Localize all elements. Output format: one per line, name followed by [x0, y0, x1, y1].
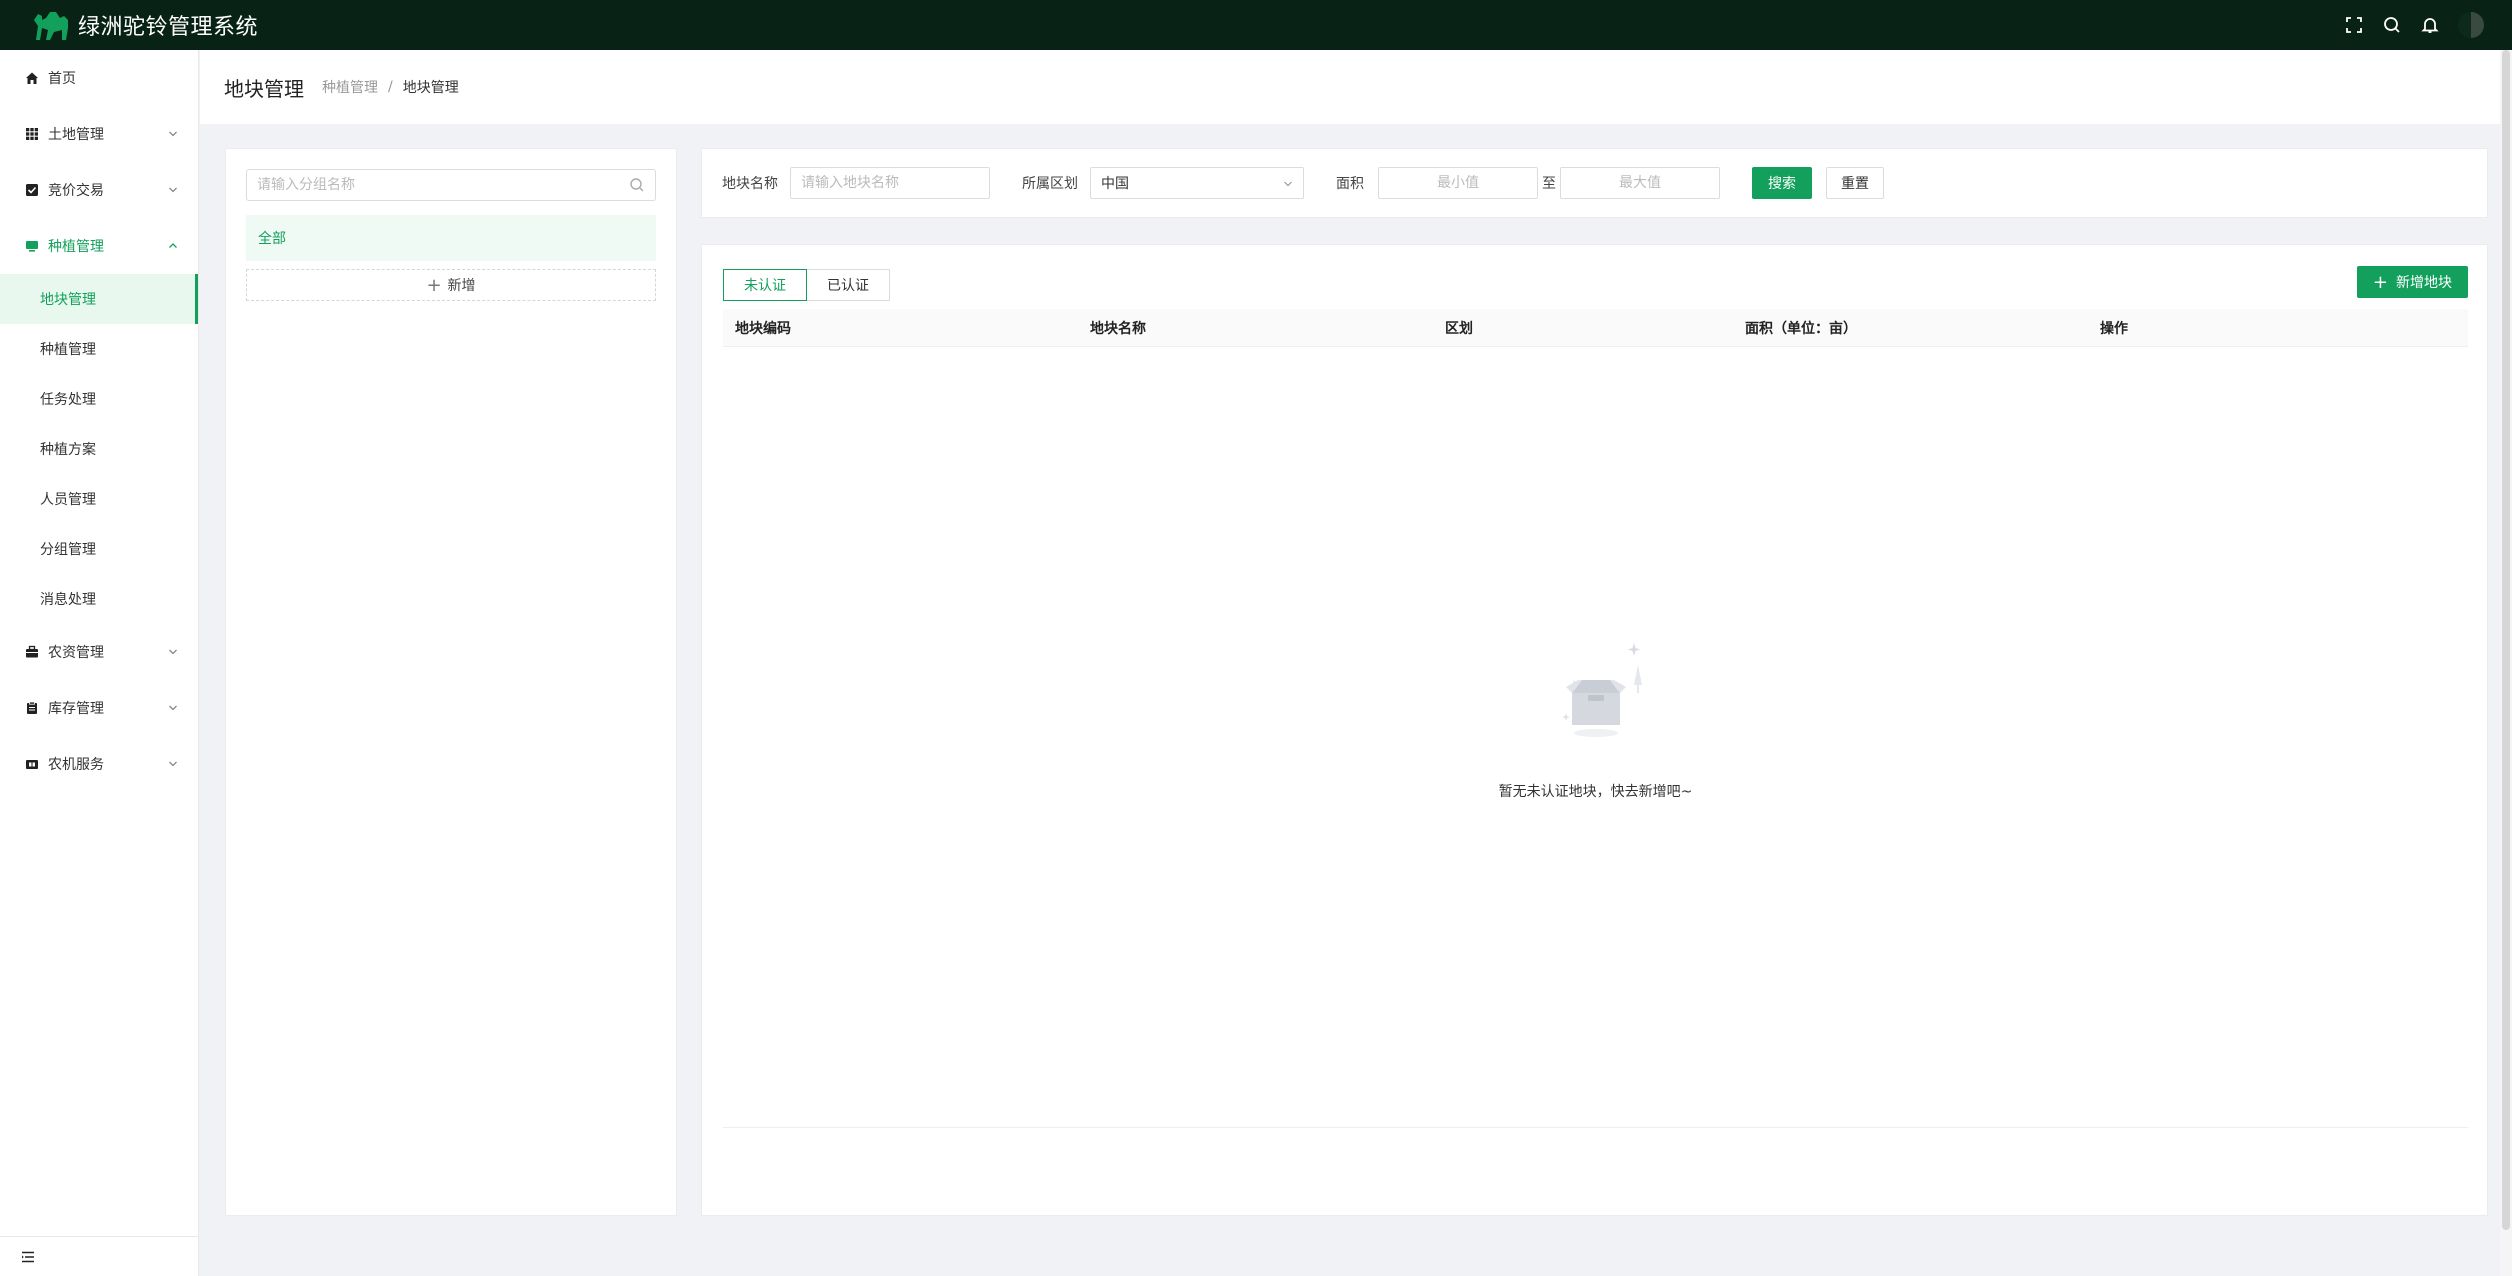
- breadcrumb-current: 地块管理: [402, 80, 459, 96]
- sidebar-item-planting[interactable]: 种植管理: [0, 218, 198, 274]
- grid-icon: [24, 126, 40, 142]
- region-label: 所属区划: [1022, 176, 1078, 192]
- sidebar-item-home[interactable]: 首页: [0, 50, 198, 106]
- add-group-button[interactable]: + 新增: [246, 269, 656, 301]
- add-group-label: 新增: [447, 278, 476, 294]
- chevron-up-icon: [169, 243, 177, 248]
- sidebar-item-label: 首页: [48, 71, 76, 87]
- group-item-label: 全部: [258, 231, 286, 247]
- machine-icon: [24, 756, 40, 772]
- briefcase-icon: [24, 644, 40, 660]
- clipboard-icon: [24, 700, 40, 716]
- sidebar-item-label: 农资管理: [48, 645, 104, 661]
- breadcrumb-link[interactable]: 种植管理: [322, 77, 378, 97]
- app-title: 绿洲驼铃管理系统: [78, 15, 259, 40]
- filter-panel: 地块名称 所属区划 中国 面积 至 搜索 重置: [701, 148, 2488, 218]
- empty-box-icon: [1561, 643, 1642, 737]
- search-icon[interactable]: [629, 177, 645, 193]
- sidebar-subitem-plot-management[interactable]: 地块管理: [0, 274, 198, 324]
- group-item-all[interactable]: 全部: [246, 215, 656, 261]
- certification-tabs: 未认证 已认证: [723, 269, 890, 301]
- column-header-region: 区划: [1445, 320, 1473, 337]
- sidebar-item-bidding[interactable]: 竞价交易: [0, 162, 198, 218]
- sidebar-item-agri-supplies[interactable]: 农资管理: [0, 624, 198, 680]
- search-icon[interactable]: [2382, 15, 2402, 35]
- top-bar: 绿洲驼铃管理系统: [0, 0, 2512, 50]
- sidebar-subitem-personnel[interactable]: 人员管理: [0, 474, 198, 524]
- region-select[interactable]: 中国: [1090, 167, 1304, 199]
- sidebar-subitem-label: 分组管理: [40, 542, 96, 558]
- chevron-down-icon: [169, 649, 177, 655]
- chevron-down-icon: [169, 131, 177, 137]
- region-select-value: 中国: [1101, 176, 1129, 192]
- sidebar-item-label: 农机服务: [48, 757, 104, 773]
- sidebar-item-label: 土地管理: [48, 127, 104, 143]
- table-header: 地块编码 地块名称 区划 面积（单位：亩） 操作: [723, 309, 2468, 347]
- sidebar-item-label: 库存管理: [48, 701, 104, 717]
- plus-icon: +: [426, 274, 442, 296]
- plus-icon: +: [2372, 271, 2388, 293]
- group-search-input[interactable]: [257, 177, 629, 193]
- column-header-plot-code: 地块编码: [735, 320, 791, 337]
- empty-state-text: 暂无未认证地块，快去新增吧~: [1498, 784, 1693, 800]
- sidebar-subitem-label: 人员管理: [40, 492, 96, 508]
- sidebar-subitem-task-handling[interactable]: 任务处理: [0, 374, 198, 424]
- chevron-down-icon: [1284, 181, 1292, 187]
- sidebar-subitem-messages[interactable]: 消息处理: [0, 574, 198, 624]
- sidebar: 首页 土地管理 竞价交易 种植管理 地块管理 种植管理 任务处理 种植方案 人员…: [0, 50, 199, 1276]
- page-title: 地块管理: [224, 76, 304, 101]
- group-panel: 全部 + 新增: [225, 148, 677, 1216]
- sidebar-subitem-label: 种植管理: [40, 342, 96, 358]
- fullscreen-icon[interactable]: [2344, 15, 2364, 35]
- page-scrollbar[interactable]: [2500, 50, 2512, 1276]
- sidebar-item-land[interactable]: 土地管理: [0, 106, 198, 162]
- add-plot-button[interactable]: + 新增地块: [2356, 266, 2468, 298]
- sidebar-subitem-label: 消息处理: [40, 592, 96, 608]
- sidebar-subitem-label: 地块管理: [40, 292, 96, 308]
- area-label: 面积: [1336, 176, 1364, 192]
- add-plot-label: 新增地块: [2396, 275, 2452, 291]
- home-icon: [24, 70, 40, 86]
- check-square-icon: [24, 182, 40, 198]
- plot-name-label: 地块名称: [722, 176, 778, 192]
- range-separator: 至: [1542, 176, 1556, 192]
- page-header: 地块管理 种植管理 / 地块管理: [200, 50, 2512, 124]
- sidebar-item-label: 种植管理: [48, 239, 104, 255]
- chevron-down-icon: [169, 705, 177, 711]
- chevron-down-icon: [169, 187, 177, 193]
- empty-state: 暂无未认证地块，快去新增吧~: [702, 635, 2489, 801]
- sidebar-subitem-planting-management[interactable]: 种植管理: [0, 324, 198, 374]
- sidebar-subitem-groups[interactable]: 分组管理: [0, 524, 198, 574]
- reset-button[interactable]: 重置: [1826, 167, 1884, 199]
- sidebar-subitem-planting-plan[interactable]: 种植方案: [0, 424, 198, 474]
- tab-certified[interactable]: 已认证: [807, 269, 890, 301]
- sidebar-collapse-button[interactable]: [0, 1236, 199, 1276]
- area-max-input[interactable]: [1560, 167, 1720, 199]
- monitor-icon: [24, 238, 40, 254]
- camel-logo-icon: [34, 12, 68, 40]
- column-header-actions: 操作: [2100, 320, 2128, 337]
- chevron-down-icon: [169, 761, 177, 767]
- area-min-input[interactable]: [1378, 167, 1538, 199]
- bell-icon[interactable]: [2420, 15, 2440, 35]
- column-header-area: 面积（单位：亩）: [1745, 320, 1857, 337]
- app-logo[interactable]: 绿洲驼铃管理系统: [30, 6, 258, 44]
- breadcrumb-separator: /: [388, 79, 393, 95]
- user-avatar[interactable]: [2458, 12, 2484, 38]
- sidebar-item-machinery[interactable]: 农机服务: [0, 736, 198, 792]
- sidebar-item-label: 竞价交易: [48, 183, 104, 199]
- plot-name-input[interactable]: [790, 167, 990, 199]
- tab-uncertified[interactable]: 未认证: [723, 269, 807, 301]
- table-panel: 未认证 已认证 + 新增地块 地块编码 地块名称 区划 面积（单位：亩） 操作 …: [701, 244, 2488, 1216]
- sidebar-item-inventory[interactable]: 库存管理: [0, 680, 198, 736]
- sidebar-subitem-label: 种植方案: [40, 442, 96, 458]
- search-button[interactable]: 搜索: [1752, 167, 1812, 199]
- sidebar-subitem-label: 任务处理: [40, 392, 96, 408]
- column-header-plot-name: 地块名称: [1090, 320, 1146, 337]
- table-divider: [723, 1127, 2468, 1128]
- scrollbar-thumb[interactable]: [2502, 50, 2510, 1230]
- group-search-box: [246, 169, 656, 201]
- breadcrumb: 种植管理 / 地块管理: [322, 77, 459, 97]
- menu-fold-icon: [22, 1251, 34, 1262]
